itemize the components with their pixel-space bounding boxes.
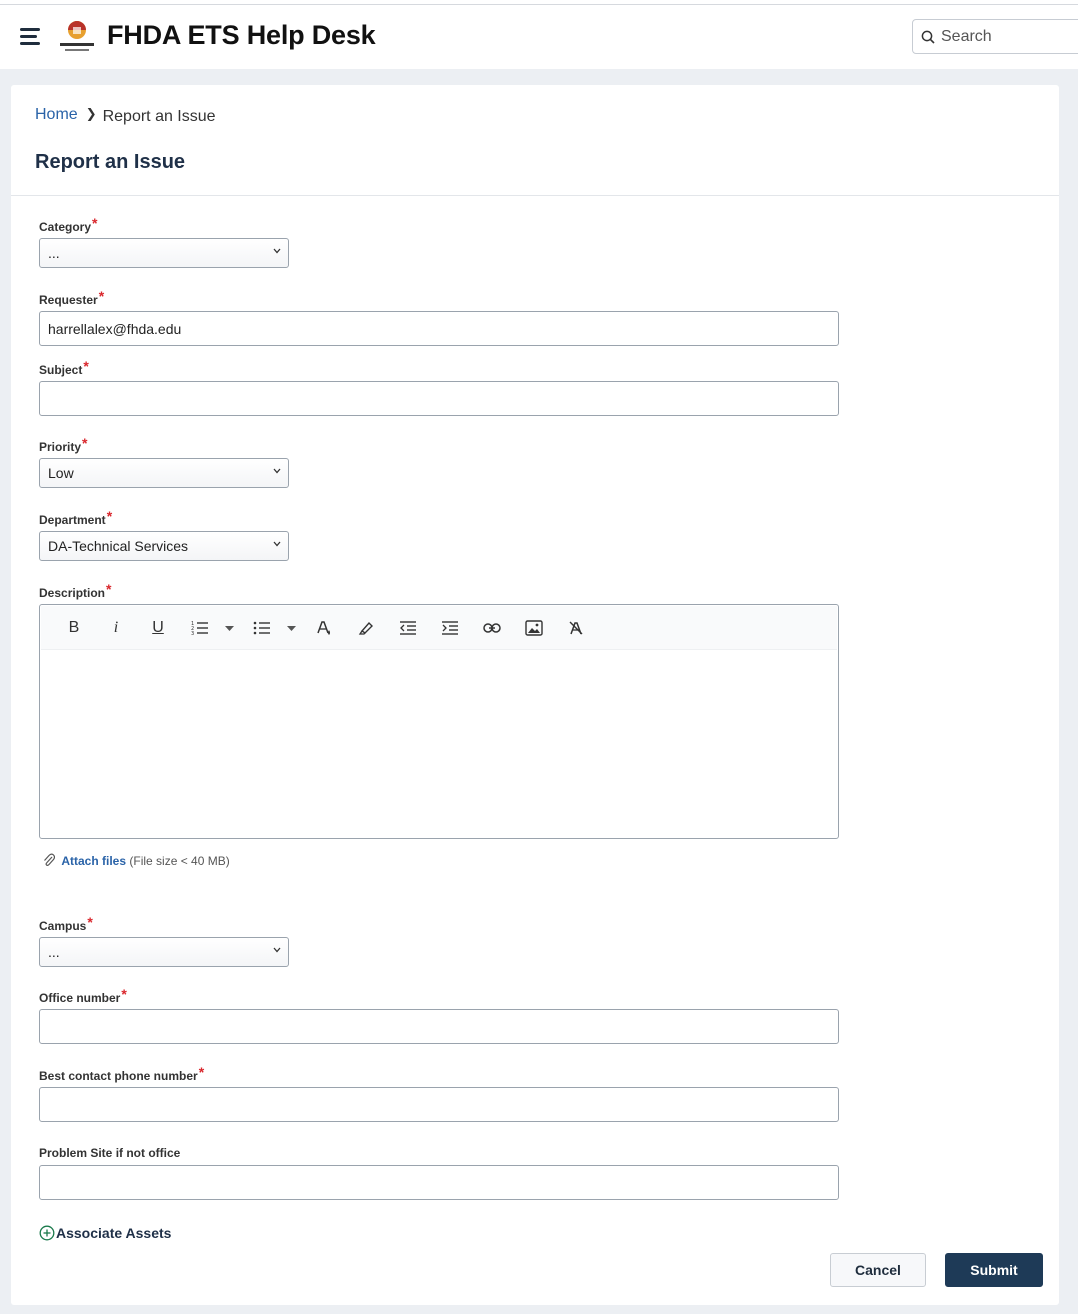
underline-button[interactable]: U: [147, 618, 169, 638]
search-icon: [921, 30, 935, 44]
description-editor[interactable]: B i U 123: [39, 604, 839, 839]
clear-format-icon[interactable]: [565, 618, 587, 638]
chevron-down-icon: [273, 248, 281, 254]
campus-select-value: ...: [48, 944, 60, 960]
attach-files-hint: (File size < 40 MB): [129, 854, 230, 868]
required-mark: *: [106, 581, 112, 597]
ordered-list-icon[interactable]: 123: [189, 618, 211, 638]
department-select[interactable]: DA-Technical Services: [39, 531, 289, 561]
campus-label: Campus*: [39, 914, 93, 933]
editor-toolbar: B i U 123: [41, 606, 837, 650]
required-mark: *: [121, 986, 127, 1002]
attach-files-link[interactable]: Attach files: [61, 854, 126, 868]
priority-label: Priority*: [39, 435, 88, 454]
priority-select[interactable]: Low: [39, 458, 289, 488]
bullet-list-icon[interactable]: [251, 618, 273, 638]
phone-label: Best contact phone number*: [39, 1064, 205, 1083]
subject-input[interactable]: [39, 381, 839, 416]
cancel-button[interactable]: Cancel: [830, 1253, 926, 1287]
required-mark: *: [82, 435, 88, 451]
subject-label: Subject*: [39, 358, 89, 377]
paperclip-icon: [44, 853, 56, 866]
submit-button[interactable]: Submit: [945, 1253, 1043, 1287]
description-label: Description*: [39, 581, 112, 600]
link-icon[interactable]: [481, 618, 503, 638]
required-mark: *: [98, 288, 105, 304]
ordered-list-dropdown-icon[interactable]: [222, 618, 236, 638]
breadcrumb-current: Report an Issue: [102, 108, 216, 125]
attach-files: Attach files (File size < 40 MB): [43, 853, 230, 868]
category-select[interactable]: ...: [39, 238, 289, 268]
search-input[interactable]: [941, 24, 1071, 50]
search-box[interactable]: [912, 19, 1078, 54]
department-label: Department*: [39, 508, 113, 527]
app-title: FHDA ETS Help Desk: [107, 20, 376, 50]
problem-site-input[interactable]: [39, 1165, 839, 1200]
title-divider: [11, 195, 1059, 196]
required-mark: *: [92, 215, 98, 231]
breadcrumb-home-link[interactable]: Home: [35, 106, 78, 123]
office-number-label: Office number*: [39, 986, 127, 1005]
category-select-value: ...: [48, 245, 60, 261]
indent-icon[interactable]: [439, 618, 461, 638]
required-mark: *: [87, 914, 93, 930]
breadcrumb: Home ❯ Report an Issue: [35, 106, 216, 125]
phone-input[interactable]: [39, 1087, 839, 1122]
outdent-icon[interactable]: [397, 618, 419, 638]
category-label: Category*: [39, 215, 98, 234]
department-select-value: DA-Technical Services: [48, 538, 189, 554]
office-number-input[interactable]: [39, 1009, 839, 1044]
image-icon[interactable]: [523, 618, 545, 638]
requester-input[interactable]: [39, 311, 839, 346]
plus-circle-icon: [39, 1225, 55, 1241]
bold-button[interactable]: B: [63, 618, 85, 638]
problem-site-label: Problem Site if not office: [39, 1146, 181, 1160]
italic-button[interactable]: i: [105, 618, 127, 638]
required-mark: *: [106, 508, 113, 524]
page-title: Report an Issue: [35, 151, 186, 173]
app-header: FHDA ETS Help Desk: [0, 5, 1078, 69]
chevron-right-icon: ❯: [85, 106, 97, 121]
required-mark: *: [83, 358, 89, 374]
requester-label: Requester*: [39, 288, 105, 307]
chevron-down-icon: [273, 947, 281, 953]
chevron-down-icon: [273, 541, 281, 547]
district-logo: [56, 19, 98, 55]
campus-select[interactable]: ...: [39, 937, 289, 967]
associate-assets-label: Associate Assets: [56, 1225, 172, 1241]
svg-text:3: 3: [191, 631, 194, 636]
associate-assets-button[interactable]: Associate Assets: [39, 1225, 171, 1241]
chevron-down-icon: [273, 468, 281, 474]
font-color-icon[interactable]: [313, 618, 335, 638]
priority-select-value: Low: [48, 465, 74, 481]
required-mark: *: [198, 1064, 205, 1080]
bullet-list-dropdown-icon[interactable]: [284, 618, 298, 638]
menu-icon[interactable]: [20, 28, 42, 46]
highlighter-icon[interactable]: [355, 618, 377, 638]
